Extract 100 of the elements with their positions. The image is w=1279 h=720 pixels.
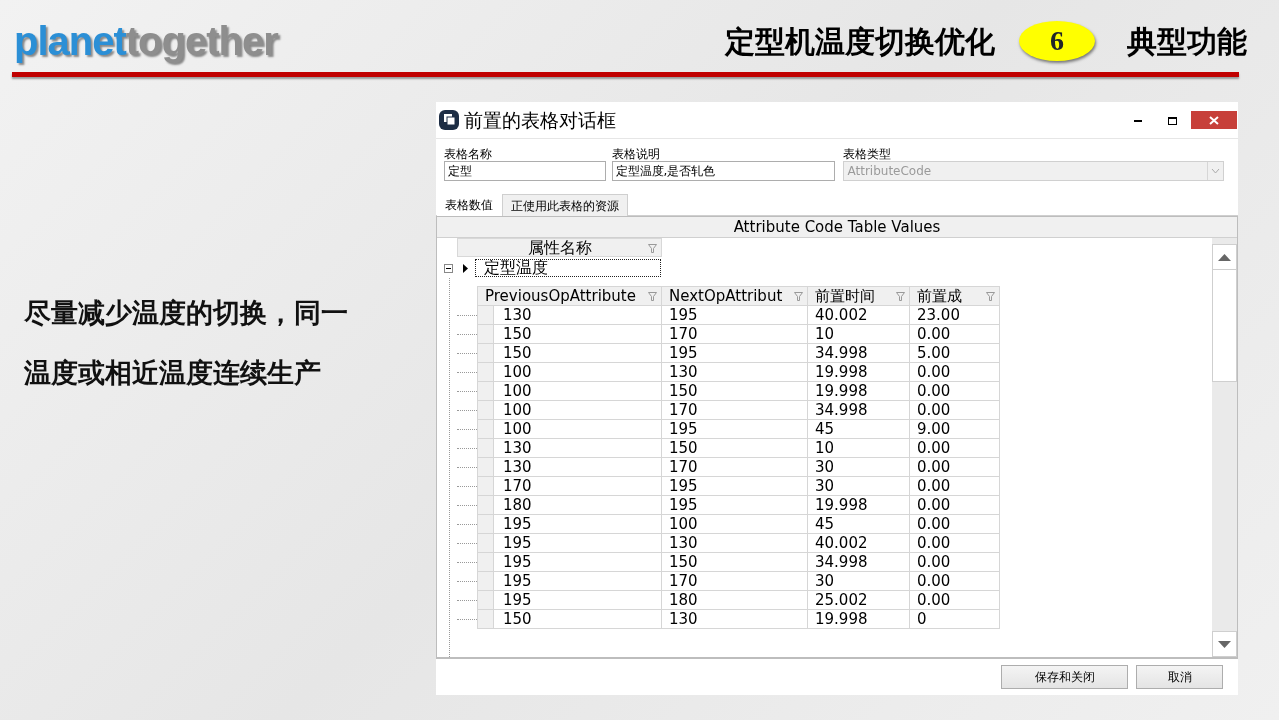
table-cell: 0.00 xyxy=(909,552,1000,572)
column-header[interactable]: PreviousOpAttribute xyxy=(477,286,662,306)
table-cell: 19.998 xyxy=(807,609,910,629)
table-cell: 150 xyxy=(493,324,662,344)
table-cell: 150 xyxy=(661,381,808,401)
table-cell: 195 xyxy=(661,419,808,439)
table-cell: 130 xyxy=(661,533,808,553)
filter-icon xyxy=(986,292,995,301)
table-cell: 150 xyxy=(661,552,808,572)
dialog-button[interactable]: 保存和关闭 xyxy=(1001,665,1128,689)
table-cell: 150 xyxy=(493,343,662,363)
table-cell: 30 xyxy=(807,476,910,496)
table-cell: 100 xyxy=(493,381,662,401)
table-cell: 100 xyxy=(493,362,662,382)
body-text: 尽量减少温度的切换，同一温度或相近温度连续生产 xyxy=(24,296,349,390)
table-cell: 0.00 xyxy=(909,362,1000,382)
column-header[interactable]: 前置成 xyxy=(909,286,1000,306)
close-button[interactable] xyxy=(1191,111,1237,129)
table-cell: 170 xyxy=(661,457,808,477)
text-field[interactable]: 定型温度,是否轧色 xyxy=(611,161,836,181)
filter-icon xyxy=(648,244,657,253)
minimize-icon xyxy=(1134,119,1142,122)
table-cell: 40.002 xyxy=(807,533,910,553)
table-cell: 0.00 xyxy=(909,400,1000,420)
table-cell: 170 xyxy=(661,400,808,420)
table-cell: 180 xyxy=(493,495,662,515)
table-cell: 0.00 xyxy=(909,438,1000,458)
dialog-button[interactable]: 取消 xyxy=(1136,665,1223,689)
close-icon xyxy=(1209,116,1219,125)
table-cell: 195 xyxy=(493,571,662,591)
filter-icon xyxy=(896,292,905,301)
table-cell: 130 xyxy=(493,305,662,325)
table-cell: 10 xyxy=(807,438,910,458)
table-cell: 34.998 xyxy=(807,400,910,420)
table-cell: 0.00 xyxy=(909,495,1000,515)
table-cell: 100 xyxy=(661,514,808,534)
table-cell: 23.00 xyxy=(909,305,1000,325)
table-cell: 0.00 xyxy=(909,457,1000,477)
column-header[interactable]: 前置时间 xyxy=(807,286,910,306)
logo: planettogether xyxy=(14,21,278,61)
filter-icon xyxy=(648,292,657,301)
table-cell: 195 xyxy=(661,305,808,325)
table-cell: 170 xyxy=(661,324,808,344)
table-cell: 9.00 xyxy=(909,419,1000,439)
table-cell: 195 xyxy=(493,590,662,610)
tab[interactable]: 正使用此表格的资源 xyxy=(502,194,628,216)
table-cell: 150 xyxy=(493,609,662,629)
slide-title: 定型机温度切换优化 xyxy=(725,22,995,61)
table-cell: 0.00 xyxy=(909,571,1000,591)
table-cell: 45 xyxy=(807,514,910,534)
text-field[interactable]: 定型 xyxy=(444,161,606,181)
grid-caption: Attribute Code Table Values xyxy=(437,217,1237,238)
field-label: 表格说明 xyxy=(611,147,661,161)
table-cell: 170 xyxy=(661,571,808,591)
scroll-up-icon xyxy=(1218,253,1231,261)
table-cell: 0.00 xyxy=(909,381,1000,401)
table-cell: 0.00 xyxy=(909,324,1000,344)
table-cell: 0 xyxy=(909,609,1000,629)
table-cell: 130 xyxy=(493,438,662,458)
collapse-icon[interactable] xyxy=(444,263,453,273)
column-header[interactable]: 属性名称 xyxy=(457,238,662,257)
table-cell: 19.998 xyxy=(807,381,910,401)
filter-icon xyxy=(794,292,803,301)
table-cell: 130 xyxy=(493,457,662,477)
table-cell: 0.00 xyxy=(909,533,1000,553)
table-cell: 0.00 xyxy=(909,590,1000,610)
field-label: 表格类型 xyxy=(843,147,893,161)
table-cell: 195 xyxy=(493,552,662,572)
row-pointer-icon xyxy=(463,263,468,273)
table-cell: 5.00 xyxy=(909,343,1000,363)
table-cell: 195 xyxy=(493,533,662,553)
vertical-scrollbar[interactable] xyxy=(1211,238,1237,657)
table-cell: 195 xyxy=(661,343,808,363)
table-cell: 130 xyxy=(661,362,808,382)
column-header[interactable]: NextOpAttribut xyxy=(661,286,808,306)
table-cell: 0.00 xyxy=(909,514,1000,534)
table-cell: 19.998 xyxy=(807,362,910,382)
table-cell: 34.998 xyxy=(807,552,910,572)
table-cell: 130 xyxy=(661,609,808,629)
window-title: 前置的表格对话框 xyxy=(464,107,616,133)
number-badge: 6 xyxy=(1019,21,1095,61)
table-cell: 100 xyxy=(493,419,662,439)
table-cell: 0.00 xyxy=(909,476,1000,496)
table-cell: 25.002 xyxy=(807,590,910,610)
table-cell: 34.998 xyxy=(807,343,910,363)
table-cell: 170 xyxy=(493,476,662,496)
table-cell: 195 xyxy=(493,514,662,534)
group-row-cell[interactable]: 定型温度 xyxy=(475,259,661,277)
table-cell: 100 xyxy=(493,400,662,420)
section-title: 典型功能 xyxy=(1127,22,1247,61)
table-cell: 30 xyxy=(807,457,910,477)
table-cell: 19.998 xyxy=(807,495,910,515)
scroll-down-icon xyxy=(1218,640,1231,648)
table-cell: 40.002 xyxy=(807,305,910,325)
table-cell: 195 xyxy=(661,495,808,515)
table-cell: 10 xyxy=(807,324,910,344)
maximize-icon xyxy=(1167,116,1177,125)
table-cell: 195 xyxy=(661,476,808,496)
table-cell: 150 xyxy=(661,438,808,458)
table-cell: 45 xyxy=(807,419,910,439)
